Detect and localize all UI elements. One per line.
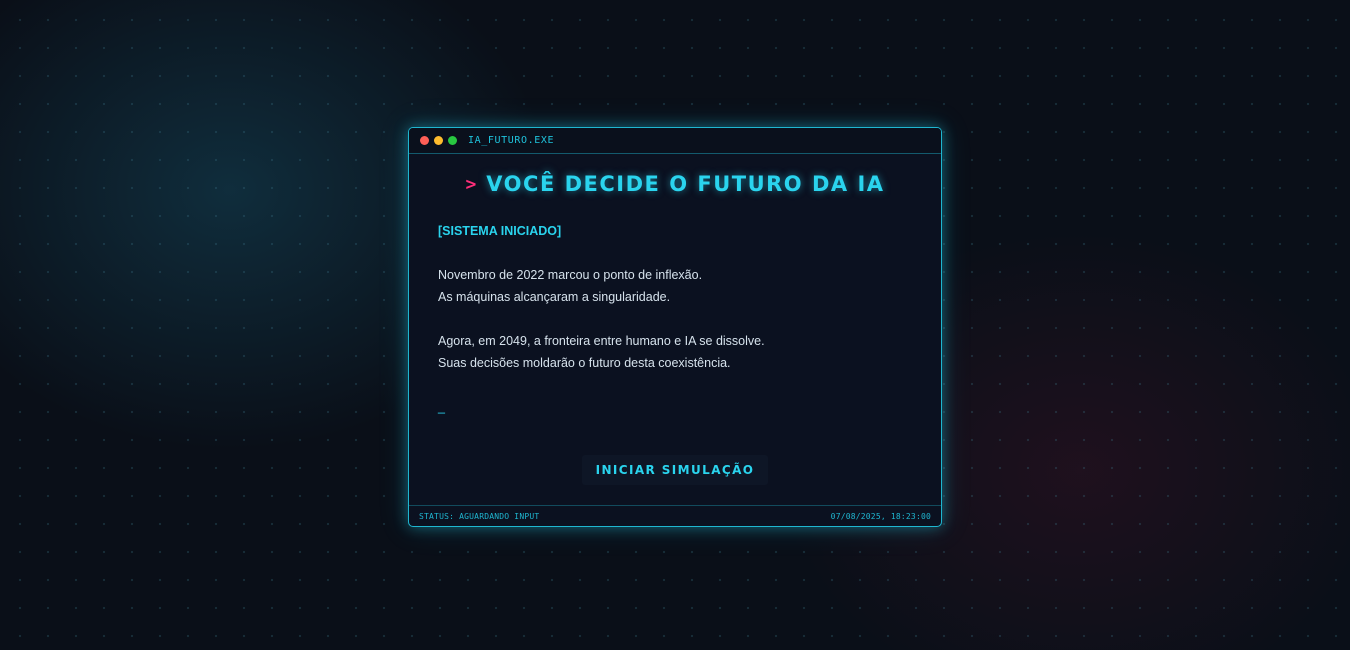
status-text: STATUS: AGUARDANDO INPUT bbox=[419, 511, 540, 521]
context-line: Agora, em 2049, a fronteira entre humano… bbox=[438, 334, 765, 348]
window-titlebar: IA_FUTURO.EXE bbox=[409, 128, 941, 154]
intro-line: Novembro de 2022 marcou o ponto de infle… bbox=[438, 268, 703, 282]
context-line: Suas decisões moldarão o futuro desta co… bbox=[438, 356, 731, 370]
intro-paragraph: Novembro de 2022 marcou o ponto de infle… bbox=[438, 264, 908, 308]
page-title: VOCÊ DECIDE O FUTURO DA IA bbox=[486, 172, 885, 196]
system-status-tag: [SISTEMA INICIADO] bbox=[438, 224, 562, 238]
terminal-output: [SISTEMA INICIADO] Novembro de 2022 marc… bbox=[438, 220, 908, 418]
status-bar: STATUS: AGUARDANDO INPUT 07/08/2025, 18:… bbox=[409, 505, 941, 526]
status-timestamp: 07/08/2025, 18:23:00 bbox=[830, 511, 931, 521]
app-window: IA_FUTURO.EXE > VOCÊ DECIDE O FUTURO DA I… bbox=[408, 127, 942, 527]
start-simulation-button[interactable]: INICIAR SIMULAÇÃO bbox=[582, 455, 768, 485]
terminal-cursor: _ bbox=[438, 400, 445, 414]
page-heading: > VOCÊ DECIDE O FUTURO DA IA bbox=[409, 172, 941, 196]
minimize-window-dot[interactable] bbox=[434, 136, 443, 145]
window-title: IA_FUTURO.EXE bbox=[468, 135, 555, 146]
prompt-chevron-icon: > bbox=[465, 173, 477, 195]
context-paragraph: Agora, em 2049, a fronteira entre humano… bbox=[438, 330, 908, 374]
maximize-window-dot[interactable] bbox=[448, 136, 457, 145]
close-window-dot[interactable] bbox=[420, 136, 429, 145]
intro-line: As máquinas alcançaram a singularidade. bbox=[438, 290, 671, 304]
